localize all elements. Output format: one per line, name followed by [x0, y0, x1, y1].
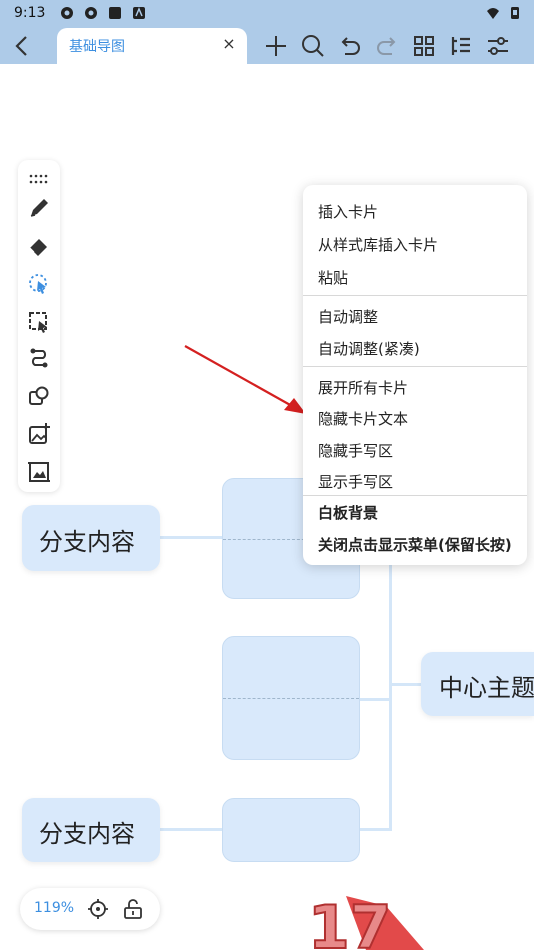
app-notification-icon — [84, 6, 98, 20]
plus-icon[interactable] — [262, 32, 290, 60]
drag-handle-icon[interactable] — [27, 166, 51, 190]
tool-palette — [18, 160, 60, 492]
wifi-icon — [486, 6, 500, 20]
app-notification-icon — [60, 6, 74, 20]
header-bar: 9:13 基础导图 × — [0, 0, 534, 64]
toolbar: 基础导图 × — [0, 28, 534, 64]
tab-title: 基础导图 — [69, 39, 125, 55]
locate-icon[interactable] — [86, 897, 110, 921]
unlock-icon[interactable] — [121, 897, 145, 921]
menu-item-insert-from-library[interactable]: 从样式库插入卡片 — [318, 234, 438, 255]
zoom-level[interactable]: 119% — [34, 900, 74, 916]
connector-line — [158, 536, 224, 539]
redo-icon[interactable] — [373, 32, 401, 60]
battery-icon — [508, 6, 522, 20]
branch-node[interactable]: 分支内容 — [22, 798, 160, 862]
branch-node[interactable]: 分支内容 — [22, 505, 160, 571]
card-divider — [223, 698, 359, 699]
settings-icon[interactable] — [484, 32, 512, 60]
empty-card[interactable] — [222, 798, 360, 862]
watermark-logo: 17 — [307, 892, 424, 950]
eraser-icon[interactable] — [27, 234, 51, 258]
center-topic-text: 中心主题 — [439, 674, 534, 702]
branch-node-text: 分支内容 — [39, 820, 135, 848]
menu-item-auto-arrange[interactable]: 自动调整 — [318, 306, 378, 327]
tab-document[interactable]: 基础导图 × — [57, 28, 247, 64]
status-time: 9:13 — [14, 5, 46, 21]
connector-icon[interactable] — [27, 346, 51, 370]
connector-line — [358, 828, 392, 831]
menu-item-insert-card[interactable]: 插入卡片 — [318, 201, 378, 222]
menu-item-show-handwriting[interactable]: 显示手写区 — [318, 471, 393, 492]
empty-card[interactable] — [222, 636, 360, 760]
outline-icon[interactable] — [447, 32, 475, 60]
connector-line — [389, 683, 423, 686]
zoom-control: 119% — [20, 888, 160, 930]
annotation-arrow — [184, 345, 306, 414]
connector-line — [358, 698, 392, 701]
context-menu: 插入卡片 从样式库插入卡片 粘贴 自动调整 自动调整(紧凑) 展开所有卡片 隐藏… — [303, 185, 527, 565]
image-frame-icon[interactable] — [27, 460, 51, 484]
menu-item-disable-tap-menu[interactable]: 关闭点击显示菜单(保留长按) — [318, 534, 512, 555]
insert-image-icon[interactable] — [27, 422, 51, 446]
close-icon[interactable]: × — [219, 34, 239, 54]
menu-item-auto-arrange-compact[interactable]: 自动调整(紧凑) — [318, 338, 420, 359]
connector-line — [158, 828, 224, 831]
menu-item-paste[interactable]: 粘贴 — [318, 267, 348, 288]
menu-separator — [303, 366, 527, 367]
shape-icon[interactable] — [27, 384, 51, 408]
pen-icon[interactable] — [27, 196, 51, 220]
status-bar: 9:13 — [0, 0, 534, 28]
grid-icon[interactable] — [410, 32, 438, 60]
undo-icon[interactable] — [336, 32, 364, 60]
lasso-select-icon[interactable] — [27, 272, 51, 296]
branch-node-text: 分支内容 — [39, 528, 135, 556]
menu-separator — [303, 295, 527, 296]
app-notification-icon — [108, 6, 122, 20]
menu-item-expand-all-cards[interactable]: 展开所有卡片 — [318, 377, 408, 398]
area-select-icon[interactable] — [27, 310, 51, 334]
watermark-text: 17 — [308, 893, 392, 950]
menu-item-whiteboard-background[interactable]: 白板背景 — [318, 502, 378, 523]
search-icon[interactable] — [299, 32, 327, 60]
menu-item-hide-card-text[interactable]: 隐藏卡片文本 — [318, 408, 408, 429]
center-topic-node[interactable]: 中心主题 — [421, 652, 534, 716]
menu-separator — [303, 495, 527, 496]
app-notification-icon — [132, 6, 146, 20]
menu-item-hide-handwriting[interactable]: 隐藏手写区 — [318, 440, 393, 461]
back-icon[interactable] — [8, 32, 36, 60]
